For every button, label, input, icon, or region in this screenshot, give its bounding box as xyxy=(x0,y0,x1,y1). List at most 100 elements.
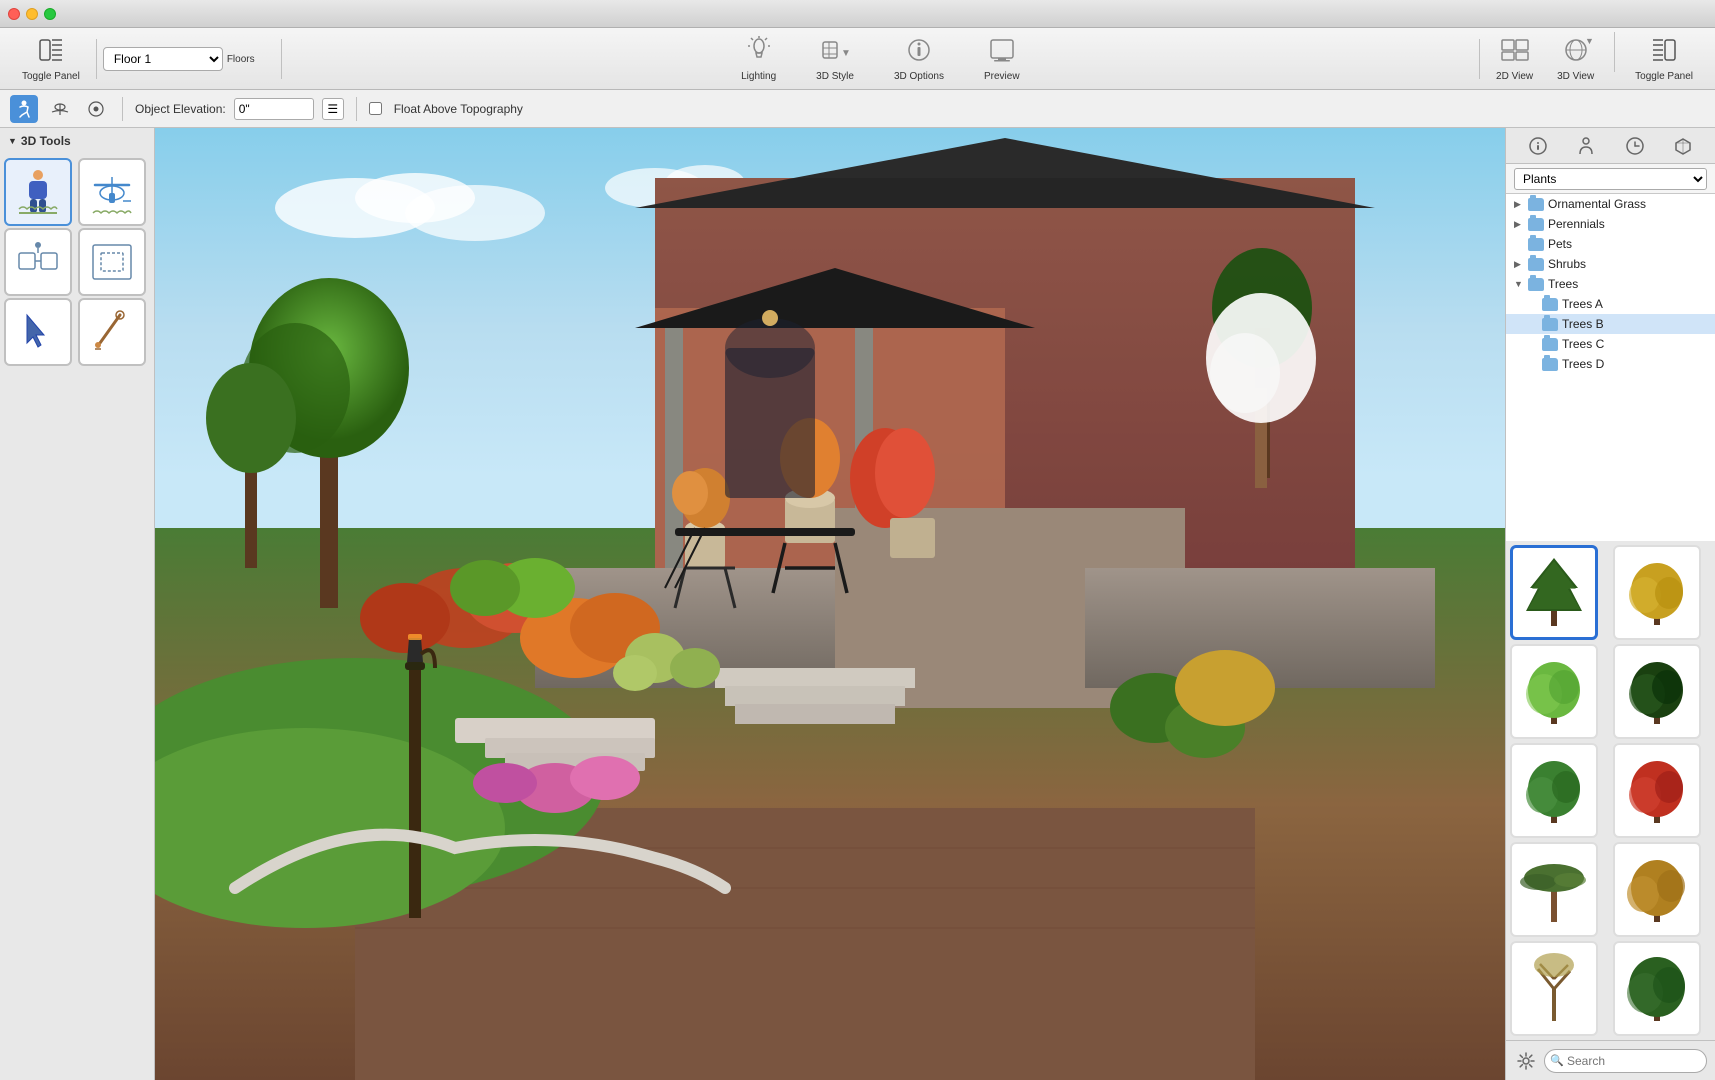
3d-options-label: 3D Options xyxy=(894,71,944,82)
tree-thumbnail-10[interactable] xyxy=(1613,941,1701,1036)
right-panel-scroll: ▶ Ornamental Grass ▶ Perennials ▶ Pets xyxy=(1506,194,1715,1040)
3d-style-button[interactable]: ▼ 3D Style xyxy=(806,32,864,86)
tree-item-label: Shrubs xyxy=(1548,257,1711,271)
plant-tree-browser: ▶ Ornamental Grass ▶ Perennials ▶ Pets xyxy=(1506,194,1715,541)
toggle-panel-right[interactable]: Toggle Panel xyxy=(1625,32,1703,86)
floors-dropdown[interactable]: Floor 1 Floor 2 Ground Floor Basement xyxy=(103,47,223,71)
tree-item-trees-c[interactable]: ▶ Trees C xyxy=(1506,334,1715,354)
tree-thumbnail-2[interactable] xyxy=(1613,545,1701,640)
right-panel: Plants Structures Outdoor Lighting Decor… xyxy=(1505,128,1715,1080)
3d-style-label: 3D Style xyxy=(816,71,854,82)
3d-view-button[interactable]: ▼ 3D View xyxy=(1547,32,1604,86)
category-dropdown[interactable]: Plants Structures Outdoor Lighting Decor xyxy=(1514,168,1707,190)
folder-icon xyxy=(1528,198,1544,211)
orbit-tool-btn[interactable] xyxy=(82,95,110,123)
tree-item-trees-a[interactable]: ▶ Trees A xyxy=(1506,294,1715,314)
elevation-input[interactable] xyxy=(234,98,314,120)
3d-options-icon xyxy=(905,36,933,68)
clock-icon-btn[interactable] xyxy=(1621,132,1649,160)
tree-item-label: Trees D xyxy=(1562,357,1711,371)
tree-item-perennials[interactable]: ▶ Perennials xyxy=(1506,214,1715,234)
toggle-panel-left[interactable]: Toggle Panel xyxy=(12,32,90,86)
garden-scene xyxy=(155,128,1505,1080)
canvas-area xyxy=(155,128,1505,1080)
orbit-tool[interactable] xyxy=(4,228,72,296)
tree-item-trees-d[interactable]: ▶ Trees D xyxy=(1506,354,1715,374)
toggle-panel-right-label: Toggle Panel xyxy=(1635,71,1693,82)
floors-label: Floors xyxy=(227,54,255,65)
bottom-search-bar xyxy=(1506,1040,1715,1080)
options-separator-2 xyxy=(356,97,357,121)
options-bar: Object Elevation: ☰ Float Above Topograp… xyxy=(0,90,1715,128)
walk-tool-btn[interactable] xyxy=(10,95,38,123)
tree-item-label: Trees C xyxy=(1562,337,1711,351)
toggle-panel-right-icon xyxy=(1650,36,1678,68)
tree-item-pets[interactable]: ▶ Pets xyxy=(1506,234,1715,254)
tree-thumbnail-5[interactable] xyxy=(1510,743,1598,838)
tree-item-trees-b[interactable]: ▶ Trees B xyxy=(1506,314,1715,334)
tree-item-trees[interactable]: ▼ Trees xyxy=(1506,274,1715,294)
tree-item-label: Perennials xyxy=(1548,217,1711,231)
float-checkbox[interactable] xyxy=(369,102,382,115)
folder-icon xyxy=(1542,358,1558,371)
info-icon-btn[interactable] xyxy=(1524,132,1552,160)
3d-style-icon: ▼ xyxy=(819,36,851,68)
right-panel-icons xyxy=(1506,128,1715,164)
tree-thumbnail-3[interactable] xyxy=(1510,644,1598,739)
select-tool[interactable] xyxy=(4,298,72,366)
tree-item-label: Trees B xyxy=(1562,317,1711,331)
2d-view-icon xyxy=(1499,36,1531,68)
tree-thumbnail-6[interactable] xyxy=(1613,743,1701,838)
settings-icon-btn[interactable] xyxy=(1514,1049,1538,1073)
close-button[interactable] xyxy=(8,8,20,20)
tree-thumbnail-8[interactable] xyxy=(1613,842,1701,937)
helicopter-tool[interactable] xyxy=(78,158,146,226)
tree-item-shrubs[interactable]: ▶ Shrubs xyxy=(1506,254,1715,274)
maximize-button[interactable] xyxy=(44,8,56,20)
2d-view-button[interactable]: 2D View xyxy=(1486,32,1543,86)
frame-tool[interactable] xyxy=(78,228,146,296)
tools-grid xyxy=(0,154,154,370)
tree-item-label: Trees xyxy=(1548,277,1711,291)
tree-arrow: ▶ xyxy=(1514,259,1528,270)
align-button[interactable]: ☰ xyxy=(322,98,344,120)
folder-icon xyxy=(1542,338,1558,351)
minimize-button[interactable] xyxy=(26,8,38,20)
toolbar-center: Lighting ▼ 3D Style xyxy=(288,32,1473,86)
preview-icon xyxy=(988,36,1016,68)
main-layout: 3D Tools xyxy=(0,128,1715,1080)
3d-options-button[interactable]: 3D Options xyxy=(884,32,954,86)
folder-icon xyxy=(1528,258,1544,271)
tree-item-label: Trees A xyxy=(1562,297,1711,311)
search-input[interactable] xyxy=(1544,1049,1707,1073)
fly-tool-btn[interactable] xyxy=(46,95,74,123)
options-separator-1 xyxy=(122,97,123,121)
divider-1 xyxy=(96,39,97,79)
tree-item-label: Pets xyxy=(1548,237,1711,251)
lighting-label: Lighting xyxy=(741,71,776,82)
preview-button[interactable]: Preview xyxy=(974,32,1030,86)
svg-text:▼: ▼ xyxy=(841,48,851,59)
tree-item-ornamental-grass[interactable]: ▶ Ornamental Grass xyxy=(1506,194,1715,214)
tree-thumbnail-1[interactable] xyxy=(1510,545,1598,640)
divider-3 xyxy=(1479,39,1480,79)
preview-label: Preview xyxy=(984,71,1020,82)
title-bar xyxy=(0,0,1715,28)
folder-icon xyxy=(1542,318,1558,331)
floor-selector[interactable]: Floor 1 Floor 2 Ground Floor Basement Fl… xyxy=(103,47,255,71)
walk-tool[interactable] xyxy=(4,158,72,226)
svg-text:▼: ▼ xyxy=(1585,36,1592,46)
lighting-button[interactable]: Lighting xyxy=(731,32,786,86)
toggle-panel-left-label: Toggle Panel xyxy=(22,71,80,82)
eyedropper-tool[interactable] xyxy=(78,298,146,366)
tree-item-label: Ornamental Grass xyxy=(1548,197,1711,211)
3d-view-icon: ▼ xyxy=(1560,36,1592,68)
thumbnail-grid xyxy=(1506,541,1715,1040)
tree-thumbnail-9[interactable] xyxy=(1510,941,1598,1036)
tree-thumbnail-4[interactable] xyxy=(1613,644,1701,739)
person-icon-btn[interactable] xyxy=(1572,132,1600,160)
box-icon-btn[interactable] xyxy=(1669,132,1697,160)
tree-thumbnail-7[interactable] xyxy=(1510,842,1598,937)
toggle-panel-left-icon xyxy=(37,36,65,68)
folder-icon xyxy=(1528,238,1544,251)
